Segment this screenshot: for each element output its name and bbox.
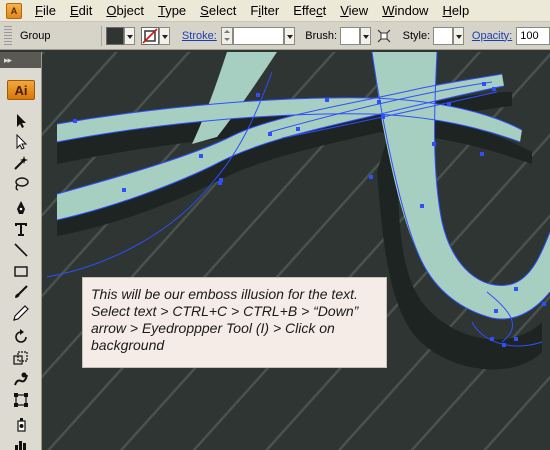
style-field[interactable] — [433, 26, 454, 45]
fill-dropdown-arrow[interactable] — [124, 26, 136, 45]
menu-view[interactable]: View — [333, 0, 375, 22]
menu-select[interactable]: Select — [193, 0, 243, 22]
stroke-color-swatch[interactable] — [141, 26, 160, 45]
stroke-dropdown-arrow[interactable] — [159, 26, 170, 45]
app-badge: Ai — [7, 80, 35, 100]
pen-tool-icon[interactable] — [12, 199, 30, 217]
artboard-canvas[interactable] — [42, 52, 550, 450]
no-stroke-icon — [142, 27, 158, 44]
menu-type[interactable]: Type — [151, 0, 193, 22]
warp-tool-icon[interactable] — [12, 370, 30, 388]
column-graph-tool-icon[interactable] — [12, 436, 30, 450]
menu-bar: A File Edit Object Type Select Filter Ef… — [0, 0, 550, 22]
menu-help[interactable]: Help — [435, 0, 476, 22]
style-dropdown-arrow[interactable] — [453, 26, 464, 45]
tools-panel-header[interactable]: ▸▸ — [0, 52, 41, 68]
artwork — [42, 52, 550, 450]
tutorial-note: This will be our emboss illusion for the… — [82, 277, 387, 368]
control-bar-grip[interactable] — [4, 25, 12, 46]
brush-definition-icon[interactable] — [375, 27, 393, 45]
type-tool-icon[interactable] — [12, 220, 30, 238]
lasso-tool-icon[interactable] — [12, 175, 30, 193]
divider — [101, 25, 103, 46]
menu-window[interactable]: Window — [375, 0, 435, 22]
selection-tool-icon[interactable] — [12, 112, 30, 130]
stroke-weight-dropdown-arrow[interactable] — [284, 26, 296, 45]
stroke-weight-field[interactable] — [232, 26, 285, 45]
menu-edit[interactable]: Edit — [63, 0, 99, 22]
brush-field[interactable] — [340, 26, 360, 45]
magic-wand-tool-icon[interactable] — [12, 154, 30, 172]
menu-file[interactable]: File — [28, 0, 63, 22]
opacity-field[interactable]: 100 — [516, 26, 550, 45]
menu-object[interactable]: Object — [99, 0, 151, 22]
line-segment-tool-icon[interactable] — [12, 241, 30, 259]
brush-dropdown-arrow[interactable] — [359, 26, 371, 45]
paintbrush-tool-icon[interactable] — [12, 283, 30, 301]
fill-color-swatch[interactable] — [106, 26, 125, 45]
rotate-tool-icon[interactable] — [12, 328, 30, 346]
style-label: Style: — [402, 29, 431, 42]
symbol-sprayer-tool-icon[interactable] — [12, 415, 30, 433]
tools-panel: ▸▸ Ai — [0, 52, 42, 450]
illustrator-app-icon[interactable]: A — [6, 2, 22, 19]
menu-filter[interactable]: Filter — [243, 0, 286, 22]
rectangle-tool-icon[interactable] — [12, 262, 30, 280]
direct-selection-tool-icon[interactable] — [12, 133, 30, 151]
control-bar: Group Stroke: Brush: Style: Opacity: 100 — [0, 22, 550, 50]
menu-effect[interactable]: Effect — [286, 0, 333, 22]
stroke-label-link[interactable]: Stroke: — [182, 30, 217, 42]
stroke-weight-spinner[interactable] — [220, 26, 233, 45]
free-transform-tool-icon[interactable] — [12, 391, 30, 409]
selection-type-label: Group — [19, 29, 51, 42]
brush-label: Brush: — [305, 29, 338, 42]
collapse-chevrons-icon[interactable]: ▸▸ — [4, 55, 12, 66]
pencil-tool-icon[interactable] — [12, 304, 30, 322]
opacity-label-link[interactable]: Opacity: — [472, 30, 512, 42]
scale-tool-icon[interactable] — [12, 349, 30, 367]
